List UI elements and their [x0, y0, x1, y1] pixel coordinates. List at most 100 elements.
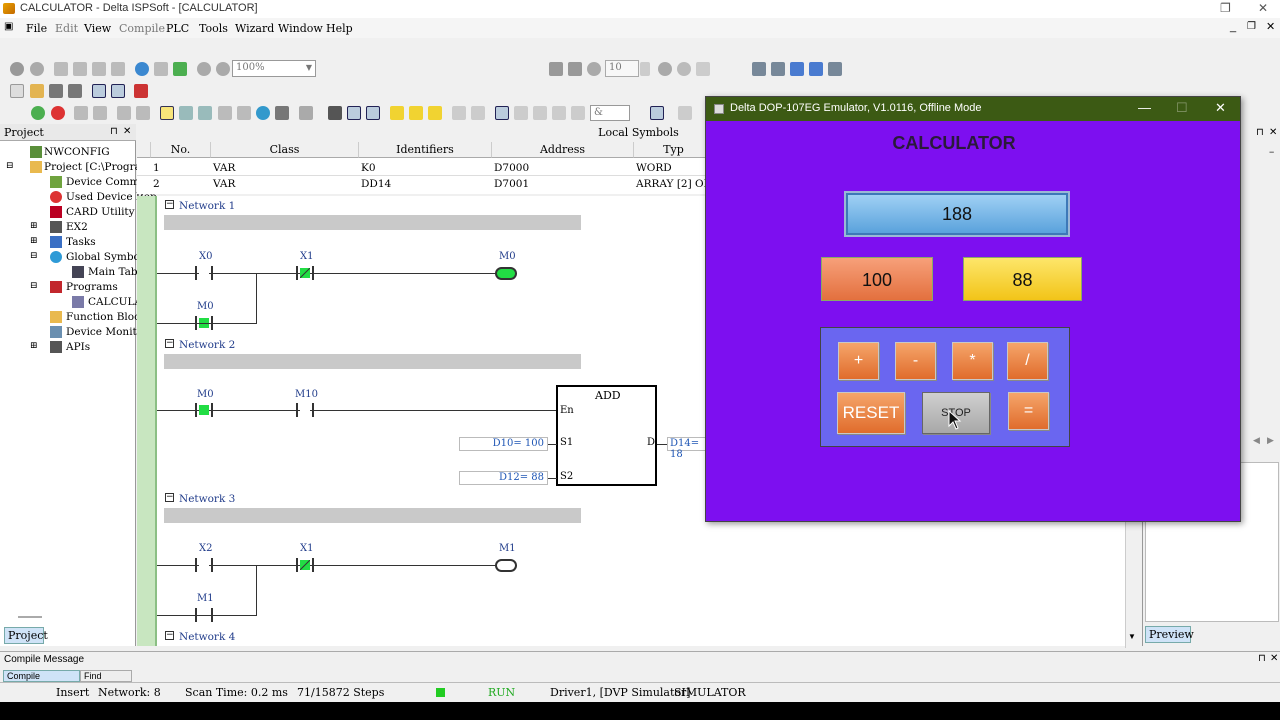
operand-s2-value[interactable]: D12= 88	[459, 471, 548, 485]
pin-icon[interactable]: ⊓	[110, 126, 118, 137]
find-icon[interactable]	[135, 62, 149, 76]
equals-button[interactable]: =	[1008, 392, 1049, 430]
restore-icon[interactable]: ❐	[1220, 1, 1231, 15]
scroll-right-icon[interactable]: ▶	[1267, 435, 1274, 446]
zoom-in-icon[interactable]	[197, 62, 211, 76]
run-icon[interactable]	[31, 106, 45, 120]
line-d-icon[interactable]	[533, 106, 547, 120]
mdi-restore-icon[interactable]: ❐	[1247, 21, 1256, 32]
collapse-panel-icon[interactable]: −	[1269, 147, 1274, 157]
operand-s1-value[interactable]: D10= 100	[459, 437, 548, 451]
reset-button[interactable]: RESET	[837, 392, 905, 434]
tree-item-ex2[interactable]: EX2	[66, 221, 88, 233]
plus-button[interactable]: +	[838, 342, 879, 380]
expand-icon[interactable]: ⊞	[30, 341, 38, 351]
line-e-icon[interactable]	[552, 106, 566, 120]
paste-icon[interactable]	[92, 62, 106, 76]
zoom-select[interactable]: 100% ▼	[232, 60, 316, 77]
scroll-down-icon[interactable]: ▼	[1128, 632, 1136, 641]
screen-icon[interactable]	[790, 62, 804, 76]
network-collapse-icon[interactable]: −	[165, 339, 174, 348]
minus-button[interactable]: -	[895, 342, 936, 380]
column-header-no[interactable]: No.	[151, 142, 211, 158]
tree-item-apis[interactable]: APIs	[66, 341, 90, 353]
replace-icon[interactable]	[154, 62, 168, 76]
contact-x1-nc[interactable]	[296, 266, 314, 280]
zoom-out-icon[interactable]	[216, 62, 230, 76]
edit-monitor-icon[interactable]	[568, 62, 582, 76]
new-file-icon[interactable]	[10, 84, 24, 98]
refresh-icon[interactable]	[173, 62, 187, 76]
cut-icon[interactable]	[54, 62, 68, 76]
list-icon[interactable]	[328, 106, 342, 120]
tool-f-icon[interactable]	[275, 106, 289, 120]
tree-item-device-monitor[interactable]: Device Monitor	[66, 326, 148, 338]
network-3-comment[interactable]	[164, 508, 581, 523]
emulator-title-bar[interactable]: Delta DOP-107EG Emulator, V1.0116, Offli…	[706, 97, 1240, 121]
tree-item-nwconfig[interactable]: NWCONFIG	[44, 146, 110, 158]
tool-e-icon[interactable]	[237, 106, 251, 120]
column-header-address[interactable]: Address	[492, 142, 634, 158]
close-icon[interactable]: ✕	[1215, 100, 1226, 116]
menu-view[interactable]: View	[84, 22, 111, 35]
menu-tools[interactable]: Tools	[199, 22, 228, 35]
open-file-icon[interactable]	[30, 84, 44, 98]
tree-item-tasks[interactable]: Tasks	[66, 236, 96, 248]
contact-m10[interactable]	[296, 403, 314, 417]
project-tab[interactable]: Project	[4, 627, 48, 644]
mdi-doc-icon[interactable]: ▣	[4, 21, 13, 32]
grid-icon[interactable]	[347, 106, 361, 120]
operator-select[interactable]: &	[590, 105, 630, 121]
expand-icon[interactable]: ⊞	[30, 236, 38, 246]
scroll-left-icon[interactable]: ◀	[1253, 435, 1260, 446]
operand-d-value[interactable]: D14= 18	[667, 437, 707, 460]
mode-b-icon[interactable]	[179, 106, 193, 120]
collapse-icon[interactable]: ⊟	[30, 251, 38, 261]
column-header-type[interactable]: Typ	[634, 142, 714, 158]
pin-icon[interactable]: ⊓	[1256, 127, 1264, 138]
insert-coil-icon[interactable]	[409, 106, 423, 120]
panel-close-icon[interactable]: ✕	[1269, 127, 1277, 138]
edit-mode-icon[interactable]	[160, 106, 174, 120]
tab-find-result[interactable]: Find Result	[80, 670, 132, 682]
disconnect-icon[interactable]	[30, 62, 44, 76]
spin-icon[interactable]	[640, 62, 650, 76]
io-icon[interactable]	[752, 62, 766, 76]
tool-c-icon[interactable]	[136, 106, 150, 120]
menu-edit[interactable]: Edit	[55, 22, 78, 35]
panel-close-icon[interactable]: ✕	[1270, 653, 1278, 664]
minimize-icon[interactable]: —	[1138, 100, 1151, 115]
tab-compile-message[interactable]: Compile Message	[3, 670, 80, 682]
column-header-class[interactable]: Class	[211, 142, 359, 158]
coil-m1[interactable]	[495, 559, 517, 572]
tree-item-programs[interactable]: Programs	[66, 281, 118, 293]
menu-compile[interactable]: Compile	[119, 22, 165, 35]
coil-m0[interactable]	[495, 267, 517, 280]
network-collapse-icon[interactable]: −	[165, 493, 174, 502]
network-collapse-icon[interactable]: −	[165, 200, 174, 209]
save-icon[interactable]	[49, 84, 63, 98]
tool-h-icon[interactable]	[678, 106, 692, 120]
menu-window[interactable]: Window	[278, 22, 323, 35]
menu-file[interactable]: File	[26, 22, 47, 35]
menu-help[interactable]: Help	[326, 22, 353, 35]
network-2-comment[interactable]	[164, 354, 581, 369]
reload-icon[interactable]	[677, 62, 691, 76]
maximize-icon[interactable]: ☐	[1176, 100, 1188, 116]
column-header-identifiers[interactable]: Identifiers	[359, 142, 492, 158]
menu-plc[interactable]: PLC	[166, 22, 189, 35]
close-icon[interactable]: ✕	[1258, 1, 1268, 15]
divide-button[interactable]: /	[1007, 342, 1048, 380]
mdi-minimize-icon[interactable]: _	[1230, 21, 1236, 33]
network-collapse-icon[interactable]: −	[165, 631, 174, 640]
grid-b-icon[interactable]	[366, 106, 380, 120]
expand-icon[interactable]: ⊞	[30, 221, 38, 231]
timer-icon[interactable]	[587, 62, 601, 76]
chart-icon[interactable]	[809, 62, 823, 76]
tool-a-icon[interactable]	[93, 106, 107, 120]
line-a-icon[interactable]	[452, 106, 466, 120]
contact-x2[interactable]	[195, 558, 213, 572]
window-icon[interactable]	[111, 84, 125, 98]
network-1-header[interactable]: Network 1	[179, 200, 235, 212]
up-arrow-icon[interactable]	[650, 106, 664, 120]
